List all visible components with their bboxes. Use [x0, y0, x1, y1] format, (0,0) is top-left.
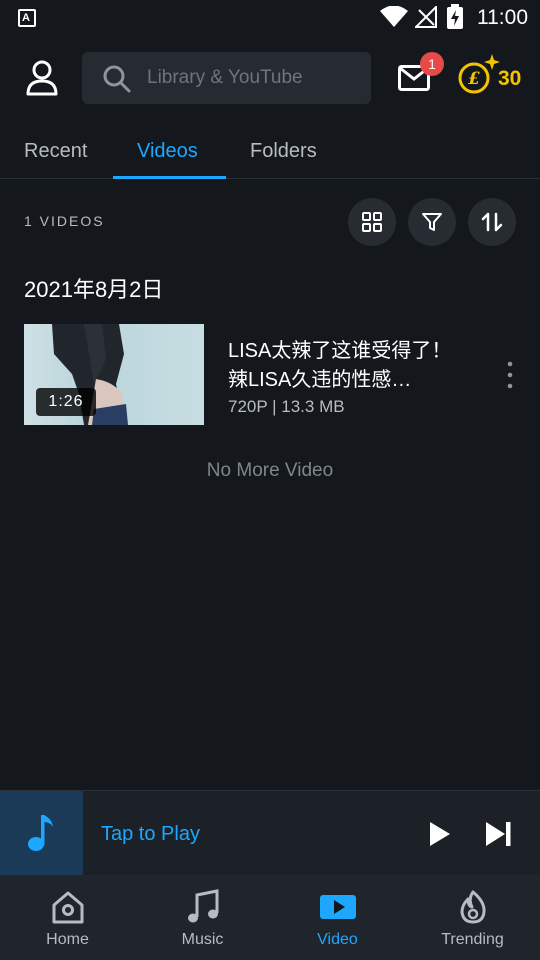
status-bar: A 11:00 — [0, 0, 540, 36]
tab-folders[interactable]: Folders — [250, 140, 317, 163]
nav-music[interactable]: Music — [135, 875, 270, 960]
tab-videos[interactable]: Videos — [137, 140, 198, 163]
tap-to-play-label[interactable]: Tap to Play — [101, 823, 200, 846]
skip-next-icon[interactable] — [485, 821, 513, 847]
coin-count: 30 — [498, 67, 522, 90]
app-notification-icon: A — [18, 9, 36, 27]
nav-video[interactable]: Video — [270, 875, 405, 960]
profile-icon[interactable] — [26, 60, 58, 96]
filter-button[interactable] — [408, 198, 456, 246]
mini-player-artwork — [0, 791, 83, 875]
sort-button[interactable] — [468, 198, 516, 246]
play-icon[interactable] — [428, 821, 452, 847]
wifi-icon — [380, 6, 408, 27]
video-meta: 720P | 13.3 MB — [228, 397, 345, 416]
search-placeholder: Library & YouTube — [147, 67, 303, 88]
bottom-nav: Home Music Video Trending — [0, 875, 540, 960]
nav-trending-label: Trending — [441, 931, 504, 948]
flame-icon — [460, 890, 486, 924]
svg-text:£: £ — [468, 69, 480, 89]
more-options-icon[interactable] — [498, 358, 522, 392]
search-icon — [103, 65, 131, 93]
video-title[interactable]: LISA太辣了这谁受得了！辣LISA久违的性感… — [228, 337, 468, 395]
nav-home-label: Home — [46, 931, 89, 948]
video-icon — [319, 895, 356, 919]
mail-badge: 1 — [420, 52, 444, 76]
battery-charging-icon — [447, 4, 463, 29]
nav-video-label: Video — [317, 931, 358, 948]
music-note-icon — [28, 815, 53, 851]
video-count-label: 1 VIDEOS — [24, 213, 105, 229]
filter-icon — [422, 213, 442, 231]
status-time: 11:00 — [477, 6, 528, 29]
mini-player[interactable]: Tap to Play — [0, 790, 540, 875]
coin-icon[interactable]: £ — [456, 52, 500, 94]
grid-icon — [362, 212, 382, 232]
no-signal-icon — [415, 6, 437, 28]
tab-recent[interactable]: Recent — [24, 140, 87, 163]
nav-music-label: Music — [181, 931, 224, 948]
video-duration: 1:26 — [36, 388, 96, 416]
nav-trending[interactable]: Trending — [405, 875, 540, 960]
music-icon — [187, 889, 218, 923]
grid-view-button[interactable] — [348, 198, 396, 246]
tabs-divider — [0, 178, 540, 179]
no-more-video-label: No More Video — [206, 460, 334, 481]
home-icon — [52, 891, 83, 924]
search-input[interactable]: Library & YouTube — [82, 52, 371, 104]
sort-icon — [481, 212, 503, 232]
date-header: 2021年8月2日 — [24, 277, 164, 302]
nav-home[interactable]: Home — [0, 875, 135, 960]
active-tab-indicator — [113, 176, 226, 179]
